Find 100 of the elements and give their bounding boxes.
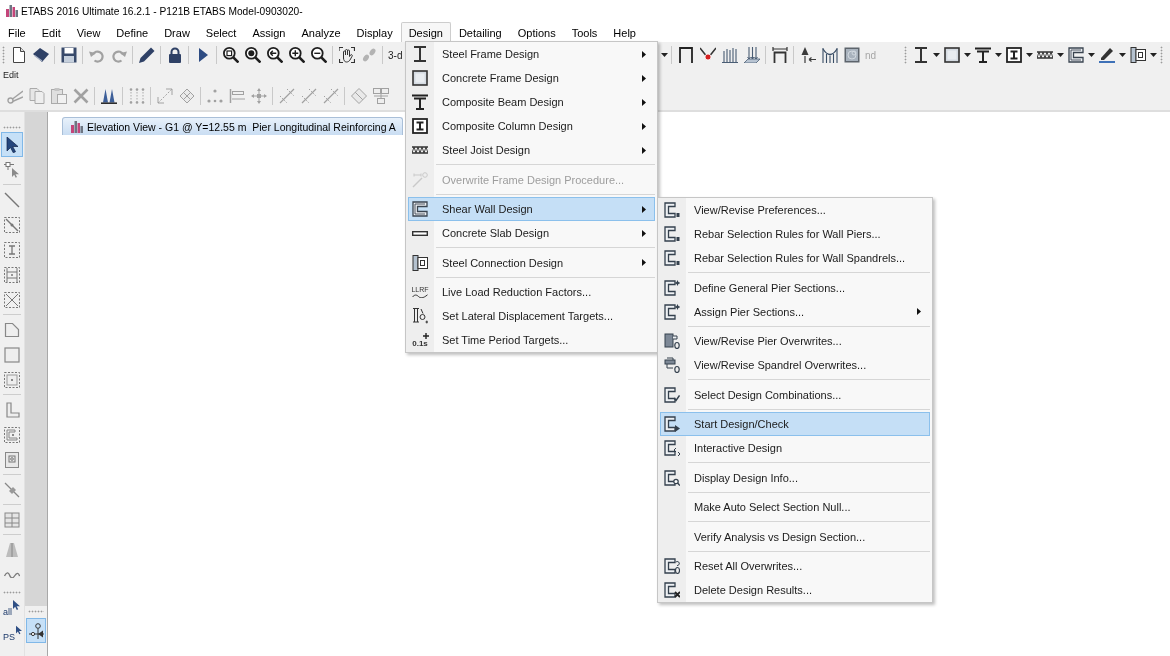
menu-bar-item[interactable]: Assign [244, 22, 294, 42]
menu-item[interactable]: Select Design Combinations... [660, 382, 930, 407]
pencil-icon[interactable] [139, 47, 155, 63]
block-ring-icon [664, 333, 680, 349]
caret-down-icon[interactable] [995, 53, 1002, 57]
c-shape-check-icon [664, 386, 680, 403]
pointer-tool-button[interactable] [1, 132, 23, 157]
menu-item[interactable]: Shear Wall Design [408, 197, 655, 221]
c-shape-undo-icon [664, 558, 680, 574]
menu-bar-item[interactable]: Edit [33, 22, 69, 42]
small-pointer-icon [16, 625, 22, 635]
squiggle-icon [412, 294, 428, 298]
menu-item[interactable]: View/Revise Pier Overwrites... [660, 329, 930, 353]
menu-item[interactable]: Composite Column Design [408, 114, 655, 138]
zoom-out-icon[interactable] [311, 47, 327, 63]
caret-down-icon[interactable] [964, 53, 971, 57]
c-shape-arrows-icon [664, 440, 680, 456]
column-plate-icon[interactable] [1130, 47, 1146, 63]
pen-line-icon[interactable] [1099, 47, 1115, 63]
v-dot-icon[interactable] [700, 47, 716, 63]
menu-bar-item[interactable]: Define [108, 22, 157, 42]
menu-item[interactable]: Delete Design Results... [660, 578, 930, 602]
menu-bar-item[interactable]: Design [400, 22, 451, 42]
cone-icon [4, 541, 20, 558]
frame-icon[interactable] [678, 47, 694, 63]
menu-item[interactable]: Rebar Selection Rules for Wall Spandrels... [660, 246, 930, 270]
square-section-icon[interactable] [944, 47, 960, 63]
menu-item[interactable]: Concrete Slab Design [408, 221, 655, 245]
document-tab[interactable]: Elevation View - G1 @ Y=12.55 m Pier Longitudinal Reinforcing A [62, 117, 403, 135]
menu-bar-item[interactable]: Display [348, 22, 401, 42]
caret-down-icon[interactable] [933, 53, 940, 57]
menu-bar-item[interactable]: Options [509, 22, 564, 42]
curve-posts-icon[interactable] [822, 47, 838, 63]
menu-item[interactable]: Rebar Selection Rules for Wall Piers... [660, 222, 930, 246]
hand-icon[interactable] [339, 47, 355, 63]
menu-item[interactable]: Steel Connection Design [408, 250, 655, 275]
menu-item[interactable]: Composite Beam Design [408, 90, 655, 114]
selection-tool-button[interactable]: PS [1, 622, 23, 647]
menu-item[interactable]: Verify Analysis vs Design Section... [660, 524, 930, 549]
caret-down-icon[interactable] [1057, 53, 1064, 57]
zoom-in-icon[interactable] [289, 47, 305, 63]
menu-item[interactable]: Define General Pier Sections... [660, 275, 930, 300]
c-shape-play-icon [664, 416, 680, 432]
menu-item[interactable]: Interactive Design [660, 436, 930, 460]
t-beam-icon[interactable] [975, 47, 991, 63]
c-section-icon[interactable] [1068, 47, 1084, 63]
menu-item[interactable]: Assign Pier Sections... [660, 299, 930, 324]
zoom-icon[interactable] [245, 47, 261, 63]
new-file-icon[interactable] [11, 47, 27, 63]
toolbar-label[interactable]: 3-d [386, 49, 404, 61]
menu-item[interactable]: Steel Frame Design [408, 42, 655, 66]
lock-icon[interactable] [167, 47, 183, 63]
zoom-back-icon[interactable] [267, 47, 283, 63]
t-beam-icon [412, 94, 428, 110]
line-knob-icon [4, 481, 20, 498]
pin-line-tool-button[interactable] [26, 618, 46, 643]
vertical-bars-icon[interactable] [722, 47, 738, 63]
caret-down-icon[interactable] [1119, 53, 1126, 57]
l-shape-icon [4, 401, 20, 418]
post-circle-icon [412, 308, 428, 324]
menu-bar-item[interactable]: Analyze [293, 22, 349, 42]
c-shape-icon [664, 202, 680, 218]
dashed-box-i-icon [4, 241, 20, 258]
menu-bar-item[interactable]: File [0, 22, 34, 42]
caret-down-icon[interactable] [661, 53, 668, 57]
dashed-box-diagonal-icon [4, 216, 20, 233]
menu-item[interactable]: Display Design Info... [660, 465, 930, 490]
menu-bar-item[interactable]: View [68, 22, 109, 42]
menu-bar-item[interactable]: Detailing [450, 22, 510, 42]
menu-bar-item[interactable]: Draw [156, 22, 198, 42]
caret-down-icon[interactable] [1026, 53, 1033, 57]
i-beam-icon[interactable] [913, 47, 929, 63]
book-icon[interactable] [33, 47, 49, 63]
boxed-i-icon[interactable] [1006, 47, 1022, 63]
texture-square-icon[interactable] [844, 47, 860, 63]
menu-item[interactable]: Concrete Frame Design [408, 66, 655, 90]
frame-cap-icon[interactable] [772, 47, 788, 63]
menu-item[interactable]: Reset All Overwrites... [660, 554, 930, 578]
peaks-icon[interactable] [101, 88, 117, 104]
menu-item[interactable]: Make Auto Select Section Null... [660, 495, 930, 519]
arrows-plane-icon[interactable] [744, 47, 760, 63]
menu-item[interactable]: Steel Joist Design [408, 138, 655, 162]
cone-arrow-icon[interactable] [800, 47, 816, 63]
zoom-box-icon[interactable] [223, 47, 239, 63]
menu-bar-item[interactable]: Tools [563, 22, 606, 42]
menu-bar-item[interactable]: Select [197, 22, 245, 42]
pin-line-icon [28, 622, 44, 639]
c-shape-icon [664, 250, 680, 266]
menu-item[interactable]: View/Revise Preferences... [660, 198, 930, 222]
caret-down-icon[interactable] [1088, 53, 1095, 57]
menu-item[interactable]: 0.1s Set Time Period Targets... [408, 328, 655, 352]
caret-down-icon[interactable] [1150, 53, 1157, 57]
menu-item[interactable]: Set Lateral Displacement Targets... [408, 304, 655, 328]
menu-item[interactable]: View/Revise Spandrel Overwrites... [660, 353, 930, 377]
c-shape-star-icon [664, 303, 680, 320]
c-shape-magnifier-icon [664, 469, 680, 486]
save-icon[interactable] [61, 47, 77, 63]
menu-bar-item[interactable]: Help [605, 22, 644, 42]
menu-item[interactable]: Start Design/Check [660, 412, 930, 436]
selection-tool-button[interactable]: all [1, 597, 23, 622]
